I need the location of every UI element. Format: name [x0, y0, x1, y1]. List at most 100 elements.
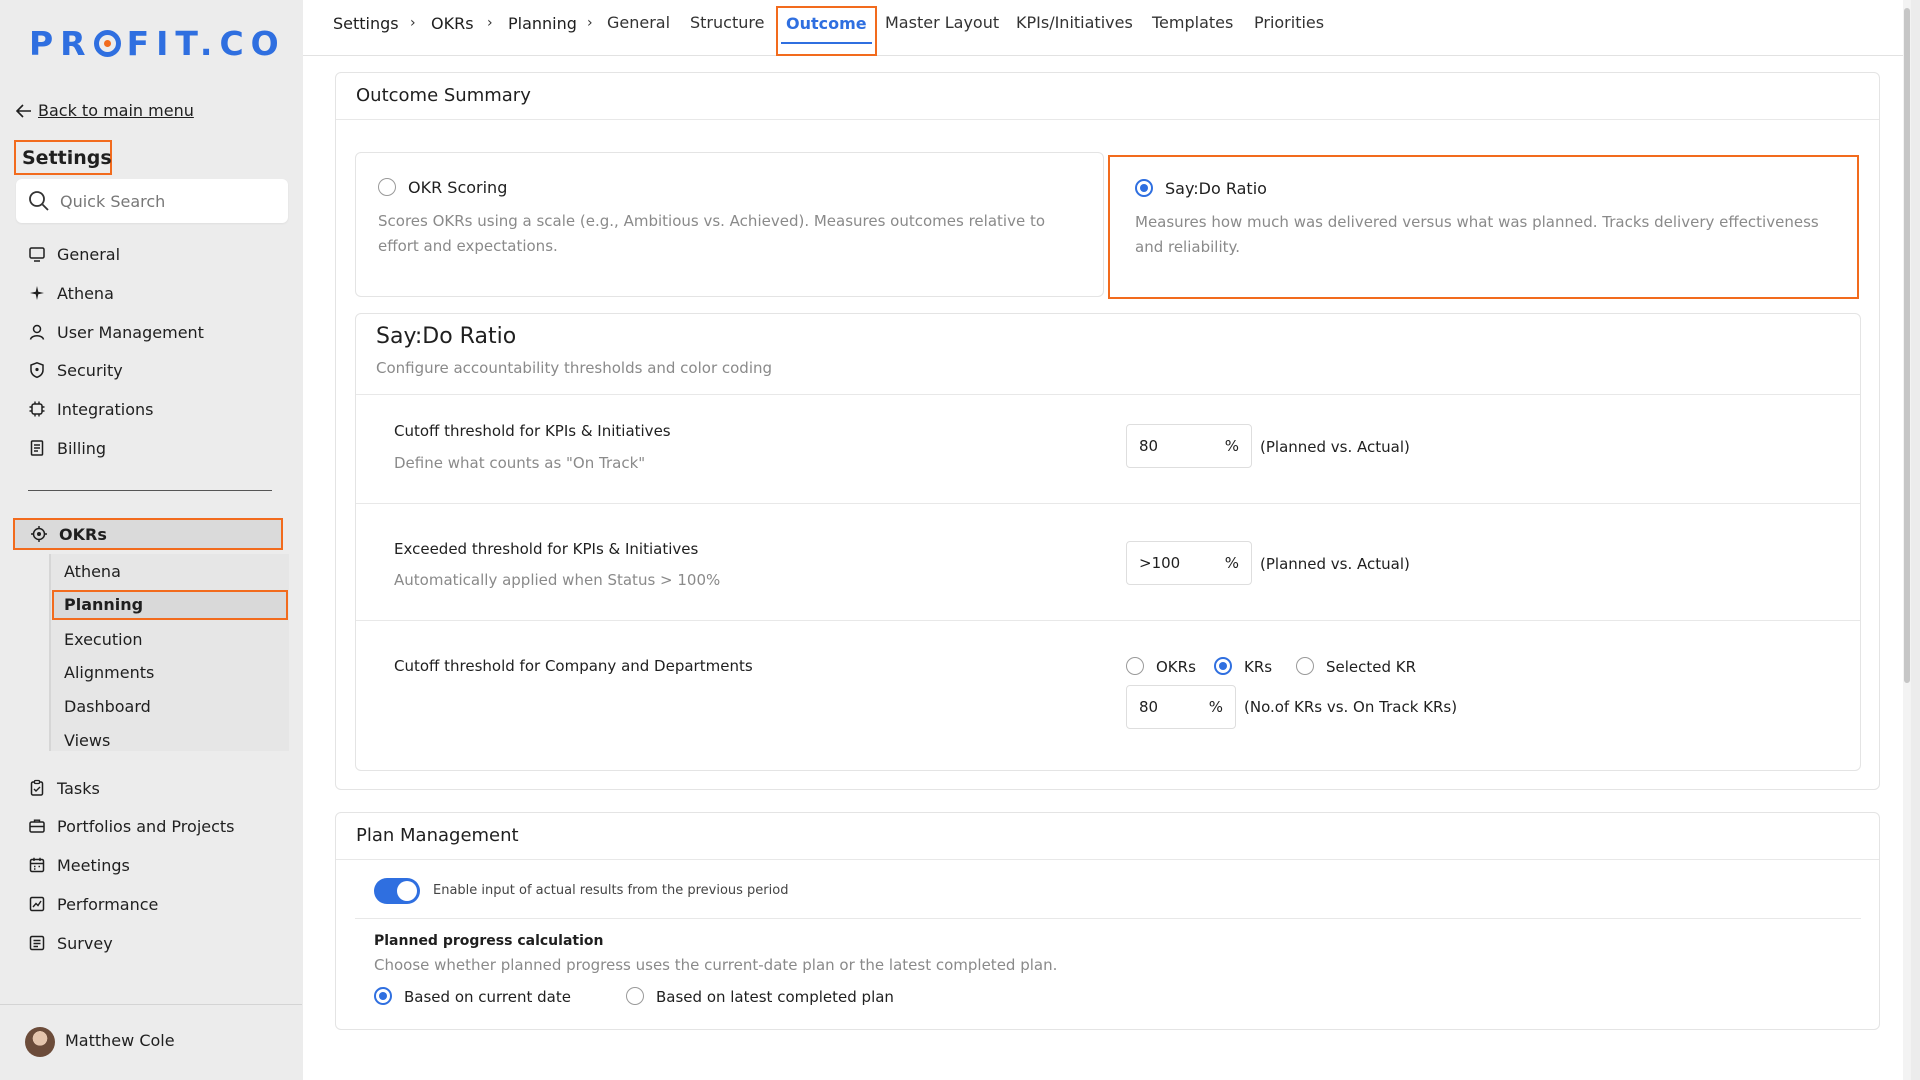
- sidebar-item-performance[interactable]: Performance: [28, 891, 158, 917]
- okrs-submenu: Athena Planning Execution Alignments Das…: [49, 554, 289, 751]
- row-divider: [356, 620, 1860, 621]
- target-icon: [30, 525, 48, 543]
- sidebar-item-label: Athena: [57, 283, 114, 303]
- profit-co-logo[interactable]: PR FIT.CO: [29, 23, 286, 63]
- say-do-ratio-subtitle: Configure accountability thresholds and …: [376, 359, 773, 377]
- submenu-item-athena[interactable]: Athena: [64, 562, 121, 581]
- tab-general[interactable]: General: [607, 13, 670, 32]
- user-profile[interactable]: Matthew Cole: [0, 1004, 302, 1080]
- shield-icon: [28, 361, 46, 379]
- sidebar-item-integrations[interactable]: Integrations: [28, 396, 154, 422]
- cutoff-kpi-aside: (Planned vs. Actual): [1260, 438, 1410, 456]
- tab-outcome[interactable]: Outcome: [776, 6, 877, 56]
- back-link-label: Back to main menu: [38, 101, 194, 120]
- sidebar-item-security[interactable]: Security: [28, 357, 123, 383]
- sidebar-item-user-management[interactable]: User Management: [28, 319, 204, 345]
- scrollbar-thumb[interactable]: [1904, 8, 1910, 683]
- radio-krs-label: KRs: [1244, 658, 1273, 676]
- radio-okrs-label: OKRs: [1156, 658, 1196, 676]
- okr-scoring-description: Scores OKRs using a scale (e.g., Ambitio…: [378, 212, 1046, 255]
- okr-scoring-label: OKR Scoring: [408, 178, 508, 197]
- radio-based-on-latest-plan[interactable]: [626, 987, 644, 1005]
- say-do-ratio-heading: Say:Do Ratio: [376, 324, 517, 349]
- sidebar-divider: [28, 490, 272, 491]
- radio-selected-kr[interactable]: [1296, 657, 1314, 675]
- radio-selected-kr-label: Selected KR: [1326, 658, 1417, 676]
- percent-unit: %: [1208, 698, 1223, 716]
- company-cutoff-value: 80: [1139, 698, 1159, 716]
- submenu-item-alignments[interactable]: Alignments: [64, 663, 154, 682]
- quick-search-box[interactable]: [16, 179, 288, 223]
- sidebar-item-label: Billing: [57, 438, 107, 458]
- panel-divider: [355, 918, 1861, 919]
- cutoff-kpi-input[interactable]: 80 %: [1126, 424, 1252, 468]
- sidebar-item-meetings[interactable]: Meetings: [28, 852, 130, 878]
- enable-previous-period-toggle[interactable]: [374, 878, 420, 904]
- cutoff-kpi-hint: Define what counts as "On Track": [394, 454, 646, 472]
- sidebar-item-label: Portfolios and Projects: [57, 816, 235, 836]
- planned-progress-description: Choose whether planned progress uses the…: [374, 956, 1058, 974]
- avatar: [25, 1027, 55, 1057]
- sidebar: PR FIT.CO Back to main menu Settings Gene…: [0, 0, 302, 1080]
- arrow-left-icon: [16, 103, 32, 118]
- exceeded-kpi-value: >100: [1139, 554, 1181, 572]
- row-divider: [356, 503, 1860, 504]
- sidebar-item-label: Performance: [57, 894, 159, 914]
- breadcrumb-okrs[interactable]: OKRs: [431, 14, 474, 33]
- enable-previous-period-label: Enable input of actual results from the …: [433, 883, 789, 898]
- logo-o-icon: [93, 29, 121, 57]
- user-name: Matthew Cole: [65, 1031, 175, 1050]
- sidebar-item-general[interactable]: General: [28, 241, 120, 267]
- okr-scoring-option[interactable]: OKR Scoring Scores OKRs using a scale (e…: [355, 152, 1104, 297]
- plan-management-title: Plan Management: [356, 825, 519, 846]
- exceeded-kpi-label: Exceeded threshold for KPIs & Initiative…: [394, 540, 699, 558]
- sidebar-item-tasks[interactable]: Tasks: [28, 775, 100, 801]
- submenu-item-execution[interactable]: Execution: [64, 630, 143, 649]
- percent-unit: %: [1224, 554, 1239, 572]
- briefcase-icon: [28, 817, 46, 835]
- breadcrumb-separator: ›: [410, 15, 416, 31]
- say-do-ratio-option[interactable]: Say:Do Ratio Measures how much was deliv…: [1108, 155, 1859, 299]
- submenu-item-dashboard[interactable]: Dashboard: [64, 697, 151, 716]
- sidebar-item-survey[interactable]: Survey: [28, 930, 113, 956]
- say-do-ratio-radio[interactable]: [1135, 179, 1153, 197]
- sidebar-item-okrs[interactable]: OKRs: [13, 518, 283, 550]
- tab-priorities[interactable]: Priorities: [1254, 13, 1324, 32]
- sidebar-item-label: Security: [57, 360, 123, 380]
- sidebar-item-athena[interactable]: Athena: [28, 280, 114, 306]
- exceeded-kpi-input[interactable]: >100 %: [1126, 541, 1252, 585]
- search-input[interactable]: [60, 191, 280, 211]
- radio-okrs[interactable]: [1126, 657, 1144, 675]
- breadcrumb-planning[interactable]: Planning: [508, 14, 577, 33]
- sidebar-item-label: Integrations: [57, 399, 154, 419]
- submenu-item-views[interactable]: Views: [64, 731, 110, 750]
- main-content: Settings › OKRs › Planning › General Str…: [303, 0, 1911, 1080]
- page-scrollbar[interactable]: [1903, 0, 1911, 1080]
- user-icon: [28, 323, 46, 341]
- company-cutoff-input[interactable]: 80 %: [1126, 685, 1236, 729]
- chart-icon: [28, 895, 46, 913]
- breadcrumb-separator: ›: [587, 15, 593, 31]
- sidebar-item-portfolios[interactable]: Portfolios and Projects: [28, 813, 235, 839]
- sidebar-item-billing[interactable]: Billing: [28, 435, 106, 461]
- breadcrumb-settings[interactable]: Settings: [333, 14, 399, 33]
- list-icon: [28, 934, 46, 952]
- tab-templates[interactable]: Templates: [1152, 13, 1233, 32]
- percent-unit: %: [1224, 437, 1239, 455]
- cutoff-kpi-label: Cutoff threshold for KPIs & Initiatives: [394, 422, 671, 440]
- sidebar-item-label: User Management: [57, 322, 204, 342]
- radio-krs[interactable]: [1214, 657, 1232, 675]
- cutoff-kpi-value: 80: [1139, 437, 1159, 455]
- sidebar-item-label: Tasks: [57, 778, 100, 798]
- tab-structure[interactable]: Structure: [690, 13, 764, 32]
- outcome-summary-panel: Outcome Summary OKR Scoring Scores OKRs …: [335, 72, 1880, 790]
- okr-scoring-radio[interactable]: [378, 178, 396, 196]
- submenu-item-planning[interactable]: Planning: [52, 590, 288, 620]
- outcome-summary-title: Outcome Summary: [356, 85, 531, 106]
- clipboard-icon: [28, 779, 46, 797]
- logo-text-left: PR: [29, 23, 93, 63]
- radio-based-on-current-date[interactable]: [374, 987, 392, 1005]
- tab-kpis-initiatives[interactable]: KPIs/Initiatives: [1016, 13, 1133, 32]
- tab-master-layout[interactable]: Master Layout: [885, 13, 999, 32]
- back-to-main-menu-link[interactable]: Back to main menu: [16, 101, 194, 120]
